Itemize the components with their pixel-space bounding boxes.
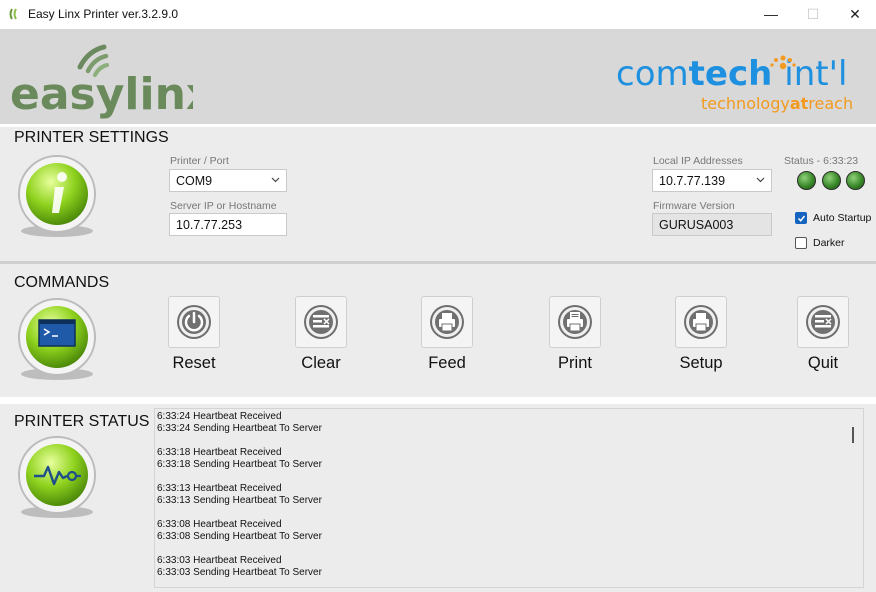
scrollbar-thumb[interactable]: [852, 427, 854, 443]
app-icon: [9, 8, 17, 20]
title-bar[interactable]: Easy Linx Printer ver.3.2.9.0 — ☐ ✕: [0, 0, 876, 28]
server-ip-label: Server IP or Hostname: [170, 200, 277, 212]
list-quit-icon: [806, 305, 840, 339]
log-line: 6:33:13 Heartbeat Received: [157, 483, 282, 494]
commands-title: COMMANDS: [14, 274, 110, 291]
checkbox-unchecked-icon: [795, 237, 807, 249]
power-icon: [177, 305, 211, 339]
log-line: 6:33:24 Heartbeat Received: [157, 411, 282, 422]
maximize-button[interactable]: ☐: [792, 0, 834, 28]
easylinx-logo-text: easylinx: [10, 69, 193, 120]
list-clear-icon: [304, 305, 338, 339]
status-log[interactable]: 6:33:24 Heartbeat Received 6:33:24 Sendi…: [154, 408, 864, 588]
log-entry: 6:33:24 Heartbeat Received 6:33:24 Sendi…: [157, 411, 322, 435]
printer-settings-title: PRINTER SETTINGS: [14, 129, 169, 146]
status-label: Status - 6:33:23: [784, 155, 859, 167]
printer-port-select[interactable]: COM9: [169, 169, 287, 192]
feed-button[interactable]: [421, 296, 473, 348]
print-button[interactable]: [549, 296, 601, 348]
log-line: 6:33:24 Sending Heartbeat To Server: [157, 423, 322, 434]
reset-label: Reset: [172, 354, 216, 372]
setup-label: Setup: [679, 354, 723, 372]
log-line: 6:33:18 Sending Heartbeat To Server: [157, 459, 322, 470]
firmware-field: GURUSA003: [652, 213, 772, 236]
printer-status-panel: PRINTER STATUS 6:33:24 Heartbeat Receive…: [0, 397, 876, 592]
clear-button[interactable]: [295, 296, 347, 348]
log-line: 6:33:03 Heartbeat Received: [157, 555, 282, 566]
log-entry: 6:33:13 Heartbeat Received 6:33:13 Sendi…: [157, 483, 322, 507]
printer-port-label: Printer / Port: [170, 155, 229, 167]
window-title: Easy Linx Printer ver.3.2.9.0: [28, 7, 179, 21]
print-label: Print: [558, 354, 592, 372]
auto-startup-checkbox[interactable]: Auto Startup: [795, 212, 871, 224]
setup-button[interactable]: [675, 296, 727, 348]
quit-command[interactable]: Quit: [783, 296, 863, 373]
log-line: 6:33:18 Heartbeat Received: [157, 447, 282, 458]
svg-text:comtechint'l: comtech int'l: [616, 54, 847, 94]
local-ip-select[interactable]: 10.7.77.139: [652, 169, 772, 192]
clear-label: Clear: [301, 354, 341, 372]
svg-text:technologyatreach: technologyatreach: [701, 94, 853, 113]
feed-command[interactable]: Feed: [407, 296, 487, 373]
reset-button[interactable]: [168, 296, 220, 348]
commands-panel: COMMANDS Reset Clear Feed Print Setup Qu…: [0, 261, 876, 397]
print-document-icon: [558, 305, 592, 339]
print-command[interactable]: Print: [535, 296, 615, 373]
log-line: 6:33:13 Sending Heartbeat To Server: [157, 495, 322, 506]
status-led-3: [846, 171, 865, 190]
clear-command[interactable]: Clear: [281, 296, 361, 373]
log-entry: 6:33:03 Heartbeat Received 6:33:03 Sendi…: [157, 555, 322, 579]
quit-label: Quit: [807, 354, 839, 372]
printer-port-value: COM9: [176, 174, 213, 188]
minimize-button[interactable]: —: [750, 0, 792, 28]
darker-checkbox[interactable]: Darker: [795, 237, 845, 249]
status-led-1: [797, 171, 816, 190]
server-ip-input[interactable]: 10.7.77.253: [169, 213, 287, 236]
comtech-logo: comtech int'l technologyatreach: [616, 54, 853, 113]
reset-command[interactable]: Reset: [154, 296, 234, 373]
header-banner: easylinx comtechint'l technologyatreach: [0, 29, 876, 124]
status-log-content: 6:33:24 Heartbeat Received 6:33:24 Sendi…: [157, 411, 322, 587]
darker-label: Darker: [813, 237, 845, 249]
printer-status-title: PRINTER STATUS: [14, 413, 150, 430]
printer-settings-panel: PRINTER SETTINGS Printer / Port COM9 Ser…: [0, 124, 876, 261]
log-line: 6:33:08 Heartbeat Received: [157, 519, 282, 530]
chevron-down-icon: [756, 177, 765, 183]
setup-command[interactable]: Setup: [661, 296, 741, 373]
log-entry: 6:33:18 Heartbeat Received 6:33:18 Sendi…: [157, 447, 322, 471]
local-ip-value: 10.7.77.139: [659, 174, 726, 188]
printer-setup-icon: [684, 305, 718, 339]
log-scrollbar[interactable]: [847, 409, 861, 587]
log-line: 6:33:03 Sending Heartbeat To Server: [157, 567, 322, 578]
heartbeat-icon: [18, 436, 96, 518]
local-ip-label: Local IP Addresses: [653, 155, 743, 167]
chevron-down-icon: [271, 177, 280, 183]
firmware-label: Firmware Version: [653, 200, 735, 212]
log-entry: 6:33:08 Heartbeat Received 6:33:08 Sendi…: [157, 519, 322, 543]
feed-label: Feed: [428, 354, 466, 372]
info-icon: [18, 155, 96, 237]
auto-startup-label: Auto Startup: [813, 212, 872, 224]
close-button[interactable]: ✕: [834, 0, 876, 28]
printer-icon: [430, 305, 464, 339]
log-line: 6:33:08 Sending Heartbeat To Server: [157, 531, 322, 542]
status-led-2: [822, 171, 841, 190]
terminal-icon: [18, 298, 96, 380]
quit-button[interactable]: [797, 296, 849, 348]
checkbox-checked-icon: [795, 212, 807, 224]
easylinx-logo: easylinx: [10, 44, 193, 120]
